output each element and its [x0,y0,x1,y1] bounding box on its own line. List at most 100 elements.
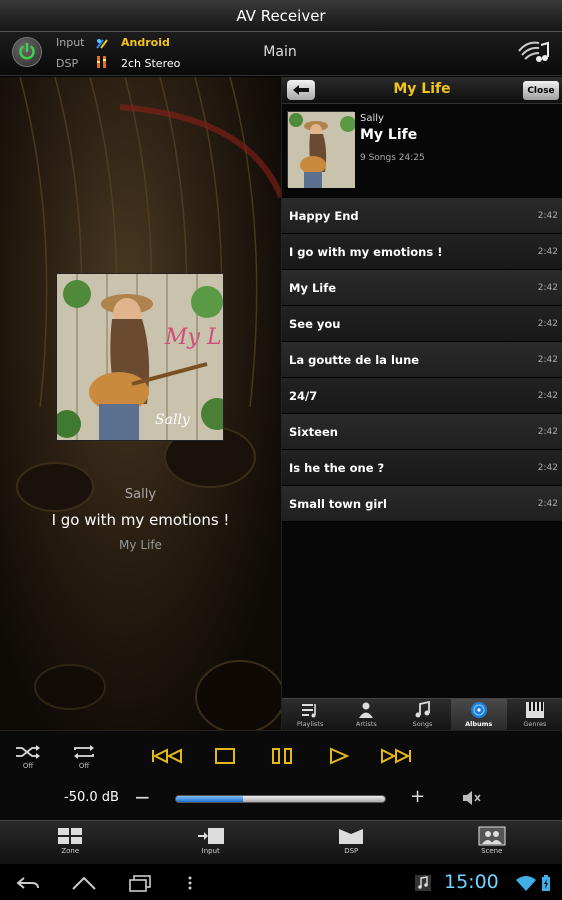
repeat-icon [74,745,94,759]
battery-icon [542,875,550,891]
repeat-label: Off [78,762,90,770]
shuffle-button[interactable]: Off [14,744,42,770]
tab-label: Genres [523,720,547,728]
tab-label: Playlists [296,720,324,728]
song-title: La goutte de la lune [289,353,420,367]
browse-tab-bar: Playlists Artists Songs Albums Genres [282,698,562,730]
zone-icon [58,828,83,844]
next-button[interactable] [375,743,415,769]
network-music-icon[interactable] [515,39,551,67]
song-row[interactable]: 24/7 2:42 [282,378,562,414]
skip-next-icon [381,748,411,764]
tab-label: Input [201,847,220,855]
tab-label: Zone [61,847,80,855]
album-artist: Sally [360,113,384,124]
song-list: Happy End 2:42 I go with my emotions ! 2:4… [282,198,562,522]
song-title: Is he the one ? [289,461,385,475]
song-row[interactable]: Small town girl 2:42 [282,486,562,522]
home-icon[interactable] [70,874,98,892]
playlists-icon [302,704,316,718]
scene-icon [478,826,506,846]
tab-genres[interactable]: Genres [507,699,562,730]
play-button[interactable] [318,743,358,769]
power-button[interactable] [12,37,42,67]
song-title: 24/7 [289,389,318,403]
art-title-text: My Life [164,325,224,350]
tab-input[interactable]: Input [141,821,282,864]
tab-songs[interactable]: Songs [394,699,450,730]
browse-panel: My Life Close Sally My Life 9 Songs 24:2… [281,77,562,730]
shuffle-label: Off [22,762,34,770]
android-antenna-icon [96,39,108,49]
tab-label: Artists [355,720,377,728]
tab-zone[interactable]: Zone [0,821,141,864]
mute-icon[interactable] [460,787,482,809]
art-artist-text: Sally [155,412,191,428]
song-duration: 2:42 [537,427,558,437]
now-playing-song: I go with my emotions ! [51,511,230,529]
song-title: Happy End [289,209,359,223]
recent-apps-icon[interactable] [126,874,154,892]
song-title: My Life [289,281,337,295]
song-row[interactable]: I go with my emotions ! 2:42 [282,234,562,270]
song-row[interactable]: My Life 2:42 [282,270,562,306]
album-meta: 9 Songs 24:25 [360,153,425,163]
repeat-button[interactable]: Off [70,744,98,770]
back-icon[interactable] [14,874,42,892]
song-duration: 2:42 [537,355,558,365]
system-nav-bar: 15:00 [0,866,562,900]
input-icon [197,828,224,844]
song-duration: 2:42 [537,247,558,257]
song-duration: 2:42 [537,463,558,473]
power-icon [19,42,35,60]
volume-down-button[interactable]: − [134,785,151,809]
album-cover-illustration: My Life Sally [57,274,224,440]
song-title: See you [289,317,341,331]
tab-scene[interactable]: Scene [422,821,562,864]
pause-icon [272,748,292,764]
shuffle-icon [16,745,40,759]
tab-artists[interactable]: Artists [338,699,394,730]
zone-label: Main [263,44,297,60]
song-duration: 2:42 [537,499,558,509]
dsp-value: 2ch Stereo [121,57,181,70]
song-row[interactable]: Sixteen 2:42 [282,414,562,450]
previous-button[interactable] [148,743,188,769]
song-row[interactable]: Is he the one ? 2:42 [282,450,562,486]
close-button[interactable]: Close [523,81,559,100]
song-title: I go with my emotions ! [289,245,443,259]
album-info: Sally My Life 9 Songs 24:25 [282,105,562,195]
song-row[interactable]: See you 2:42 [282,306,562,342]
app-title: AV Receiver [236,6,326,25]
volume-up-button[interactable]: + [410,786,425,807]
menu-icon[interactable] [184,874,196,892]
song-title: Sixteen [289,425,338,439]
skip-previous-icon [152,748,182,764]
transport-controls: Off Off -50.0 dB − + [0,730,562,820]
dsp-label: DSP [56,57,79,70]
volume-value: -50.0 dB [64,790,119,805]
input-label: Input [56,36,85,49]
play-icon [330,747,350,765]
songs-icon [415,701,430,718]
song-row[interactable]: Happy End 2:42 [282,198,562,234]
tab-playlists[interactable]: Playlists [282,699,338,730]
song-row[interactable]: La goutte de la lune 2:42 [282,342,562,378]
dsp-bars-icon [97,56,106,68]
stop-icon [215,748,235,764]
song-title: Small town girl [289,497,387,511]
volume-slider-fill [176,796,243,802]
volume-slider[interactable] [175,795,386,803]
pause-button[interactable] [262,743,302,769]
back-arrow-icon [293,85,309,95]
album-name: My Life [360,127,418,143]
stop-button[interactable] [205,743,245,769]
tab-albums[interactable]: Albums [450,699,507,730]
app-title-bar: AV Receiver [0,0,562,32]
tab-dsp[interactable]: DSP [281,821,422,864]
back-button[interactable] [287,80,315,100]
browse-title: My Life [393,81,451,97]
tab-label: DSP [344,847,359,855]
song-duration: 2:42 [537,283,558,293]
tab-label: Albums [465,720,493,728]
